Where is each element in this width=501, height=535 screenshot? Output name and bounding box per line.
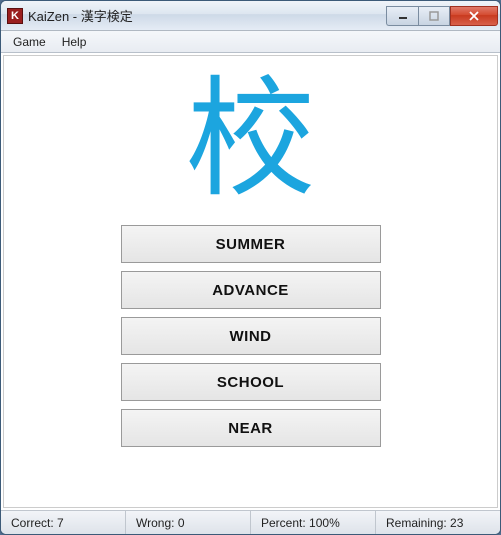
titlebar[interactable]: K KaiZen - 漢字検定 [1, 1, 500, 31]
answer-button-0[interactable]: SUMMER [121, 225, 381, 263]
window-title: KaiZen - 漢字検定 [28, 6, 386, 25]
status-remaining: Remaining: 23 [376, 511, 500, 534]
statusbar: Correct: 7 Wrong: 0 Percent: 100% Remain… [1, 510, 500, 534]
answer-button-1[interactable]: ADVANCE [121, 271, 381, 309]
status-wrong-label: Wrong: [136, 516, 174, 530]
minimize-icon [398, 11, 408, 21]
app-icon: K [7, 8, 23, 24]
app-window: K KaiZen - 漢字検定 Game Help 校 SUMMER ADVAN… [0, 0, 501, 535]
answer-button-4[interactable]: NEAR [121, 409, 381, 447]
status-correct-value: 7 [57, 516, 64, 530]
status-correct-label: Correct: [11, 516, 54, 530]
menu-game[interactable]: Game [5, 33, 54, 51]
close-button[interactable] [450, 6, 498, 26]
answer-button-2[interactable]: WIND [121, 317, 381, 355]
status-remaining-value: 23 [450, 516, 463, 530]
status-remaining-label: Remaining: [386, 516, 447, 530]
window-controls [386, 6, 498, 26]
status-percent-label: Percent: [261, 516, 306, 530]
kanji-display: 校 [185, 68, 315, 211]
status-correct: Correct: 7 [1, 511, 126, 534]
minimize-button[interactable] [386, 6, 418, 26]
close-icon [468, 10, 480, 22]
menu-help[interactable]: Help [54, 33, 95, 51]
status-percent-value: 100% [309, 516, 340, 530]
answer-button-3[interactable]: SCHOOL [121, 363, 381, 401]
status-wrong-value: 0 [178, 516, 185, 530]
status-wrong: Wrong: 0 [126, 511, 251, 534]
main-content: 校 SUMMER ADVANCE WIND SCHOOL NEAR [3, 55, 498, 508]
maximize-button[interactable] [418, 6, 450, 26]
answer-list: SUMMER ADVANCE WIND SCHOOL NEAR [121, 225, 381, 447]
maximize-icon [429, 11, 439, 21]
status-percent: Percent: 100% [251, 511, 376, 534]
menubar: Game Help [1, 31, 500, 53]
